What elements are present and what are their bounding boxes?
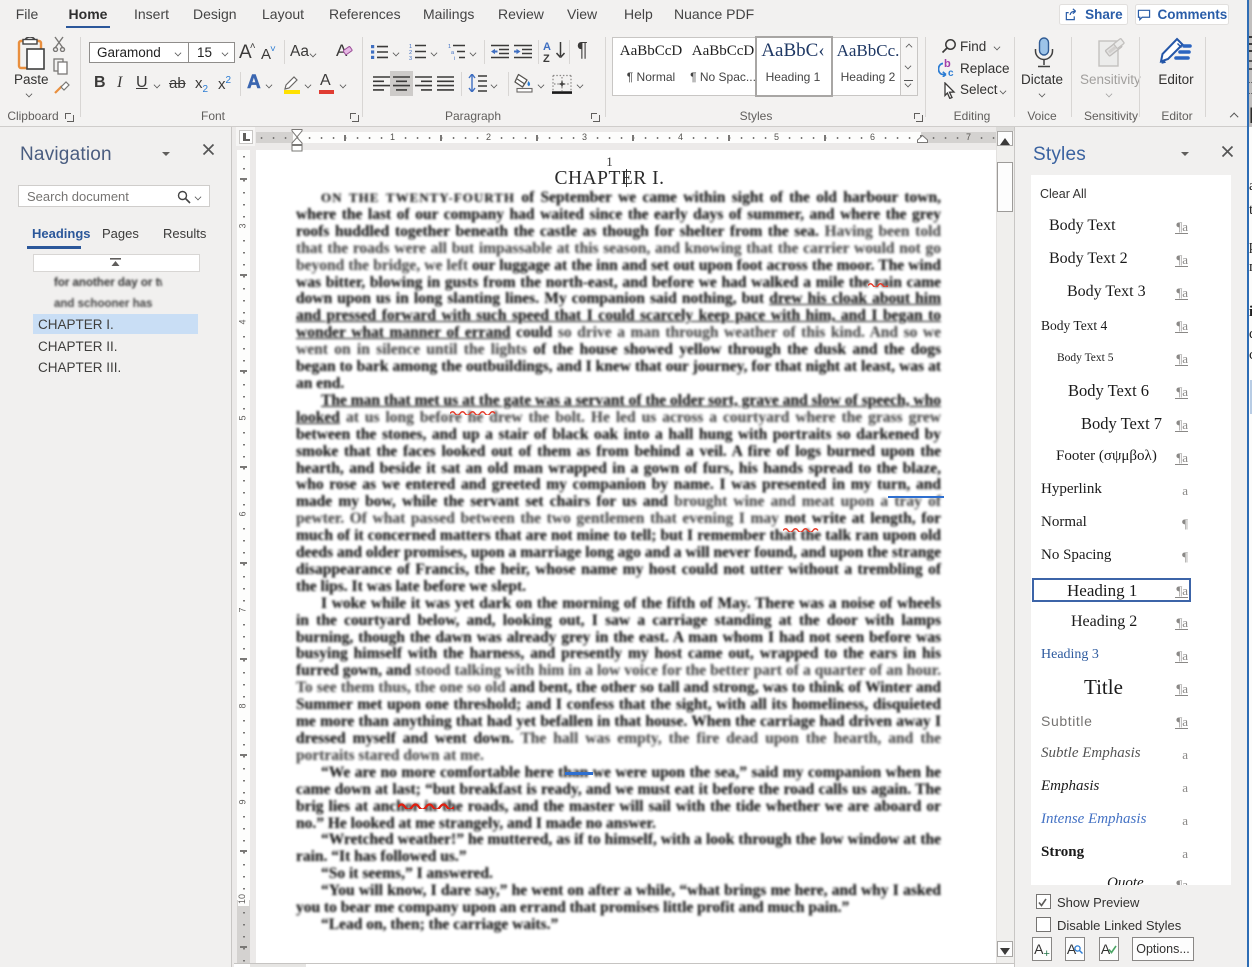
svg-text:i: i	[454, 56, 455, 60]
svg-text:c: c	[948, 68, 954, 77]
svg-text:3: 3	[409, 56, 412, 60]
